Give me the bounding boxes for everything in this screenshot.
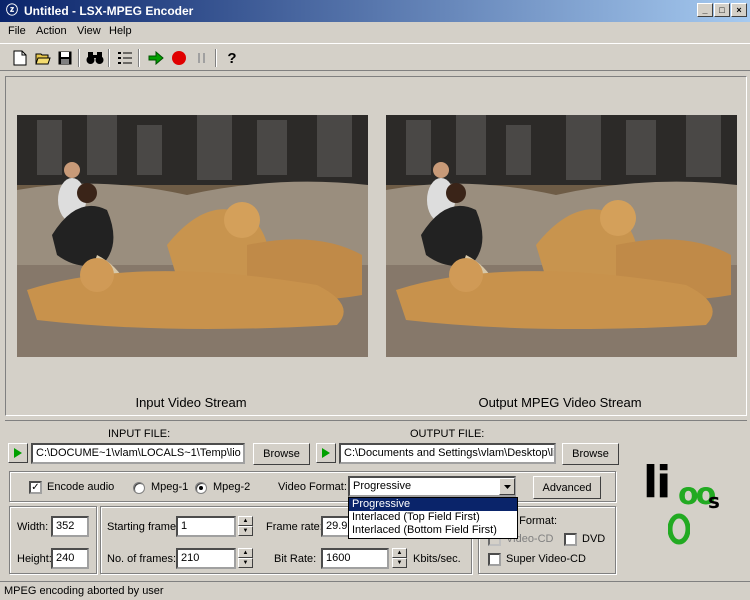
list-icon[interactable] bbox=[115, 48, 135, 68]
bit-rate-spinner[interactable]: ▲ ▼ bbox=[392, 548, 407, 569]
num-frames-field[interactable]: 210 bbox=[176, 548, 236, 569]
frame-rate-field[interactable]: 29.9 bbox=[321, 516, 351, 537]
record-icon[interactable] bbox=[169, 48, 189, 68]
height-field[interactable]: 240 bbox=[51, 548, 89, 569]
minimize-button[interactable]: _ bbox=[697, 3, 713, 17]
new-file-icon[interactable] bbox=[10, 48, 30, 68]
save-icon[interactable] bbox=[55, 48, 75, 68]
binoculars-icon[interactable] bbox=[85, 48, 105, 68]
mpeg2-radio[interactable] bbox=[195, 482, 207, 494]
chevron-down-icon bbox=[503, 484, 511, 489]
super-video-cd-checkbox[interactable] bbox=[488, 553, 501, 566]
video-preview-area bbox=[5, 76, 747, 416]
input-play-button[interactable] bbox=[8, 443, 28, 463]
video-format-option-progressive[interactable]: Progressive bbox=[349, 498, 517, 511]
num-frames-spinner[interactable]: ▲ ▼ bbox=[238, 548, 253, 569]
spin-up-icon[interactable]: ▲ bbox=[238, 516, 253, 526]
mpeg2-label: Mpeg-2 bbox=[213, 481, 251, 493]
spin-up-icon[interactable]: ▲ bbox=[392, 548, 407, 558]
video-format-select[interactable]: Progressive bbox=[348, 476, 516, 497]
dvd-checkbox[interactable] bbox=[564, 533, 577, 546]
num-frames-label: No. of frames: bbox=[107, 553, 177, 565]
video-format-value: Progressive bbox=[353, 480, 412, 492]
output-play-button[interactable] bbox=[316, 443, 336, 463]
status-bar: MPEG encoding aborted by user bbox=[0, 581, 750, 600]
menu-view[interactable]: View bbox=[77, 25, 101, 37]
open-folder-icon[interactable] bbox=[33, 48, 53, 68]
mpeg1-label: Mpeg-1 bbox=[151, 481, 189, 493]
toolbar-separator bbox=[108, 49, 110, 67]
super-video-cd-label: Super Video-CD bbox=[506, 553, 586, 565]
bit-rate-field[interactable]: 1600 bbox=[321, 548, 389, 569]
bit-rate-unit: Kbits/sec. bbox=[413, 553, 461, 565]
input-browse-button[interactable]: Browse bbox=[253, 443, 310, 465]
dvd-label: DVD bbox=[582, 533, 606, 545]
output-mpeg-video-stream bbox=[386, 115, 737, 357]
logo-green-o-icon bbox=[668, 513, 690, 545]
starting-frame-field[interactable]: 1 bbox=[176, 516, 236, 537]
pause-icon[interactable] bbox=[192, 48, 212, 68]
encode-audio-checkbox[interactable]: ✓ bbox=[29, 481, 42, 494]
play-icon bbox=[322, 448, 330, 458]
width-field[interactable]: 352 bbox=[51, 516, 89, 537]
height-label: Height: bbox=[17, 553, 52, 565]
input-video-stream bbox=[17, 115, 368, 357]
output-browse-button[interactable]: Browse bbox=[562, 443, 619, 465]
video-format-option-interlaced-top[interactable]: Interlaced (Top Field First) bbox=[349, 511, 517, 524]
spin-up-icon[interactable]: ▲ bbox=[238, 548, 253, 558]
starting-frame-spinner[interactable]: ▲ ▼ bbox=[238, 516, 253, 537]
window-title: Untitled - LSX-MPEG Encoder bbox=[24, 4, 194, 18]
toolbar-separator bbox=[138, 49, 140, 67]
status-text: MPEG encoding aborted by user bbox=[4, 585, 164, 597]
menu-file[interactable]: File bbox=[8, 25, 26, 37]
maximize-button[interactable]: □ bbox=[714, 3, 730, 17]
advanced-button[interactable]: Advanced bbox=[533, 476, 601, 499]
video-format-dropdown-list: Progressive Interlaced (Top Field First)… bbox=[348, 497, 518, 539]
play-icon bbox=[14, 448, 22, 458]
output-file-field[interactable]: C:\Documents and Settings\vlam\Desktop\l… bbox=[339, 443, 556, 464]
video-format-option-interlaced-bottom[interactable]: Interlaced (Bottom Field First) bbox=[349, 524, 517, 537]
bit-rate-label: Bit Rate: bbox=[274, 553, 317, 565]
menu-action[interactable]: Action bbox=[36, 25, 67, 37]
app-icon: ⓩ bbox=[5, 3, 18, 17]
spin-down-icon[interactable]: ▼ bbox=[238, 526, 253, 536]
starting-frame-label: Starting frame: bbox=[107, 521, 180, 533]
frame-rate-label: Frame rate: bbox=[266, 521, 323, 533]
menu-bar: File Action View Help bbox=[0, 22, 750, 41]
video-format-dropdown-button[interactable] bbox=[499, 478, 515, 495]
help-icon[interactable]: ? bbox=[222, 48, 242, 68]
spin-down-icon[interactable]: ▼ bbox=[238, 558, 253, 568]
logo-text-li: li bbox=[643, 457, 671, 508]
input-file-label: INPUT FILE: bbox=[108, 428, 171, 440]
width-label: Width: bbox=[17, 521, 49, 533]
encode-audio-label: Encode audio bbox=[47, 481, 115, 493]
video-format-label: Video Format: bbox=[278, 481, 347, 493]
output-file-label: OUTPUT FILE: bbox=[410, 428, 485, 440]
input-video-caption: Input Video Stream bbox=[135, 395, 247, 410]
spin-down-icon[interactable]: ▼ bbox=[392, 558, 407, 568]
toolbar-separator bbox=[78, 49, 80, 67]
menu-help[interactable]: Help bbox=[109, 25, 132, 37]
mpeg1-radio[interactable] bbox=[133, 482, 145, 494]
toolbar: ? bbox=[0, 43, 750, 71]
toolbar-separator bbox=[215, 49, 217, 67]
output-video-caption: Output MPEG Video Stream bbox=[478, 395, 642, 410]
close-button[interactable]: × bbox=[731, 3, 747, 17]
play-arrow-icon[interactable] bbox=[146, 48, 166, 68]
logo-text-s: s bbox=[708, 489, 720, 513]
logo: li oo s bbox=[640, 455, 730, 555]
input-file-field[interactable]: C:\DOCUME~1\vlam\LOCALS~1\Temp\lio bbox=[31, 443, 245, 464]
title-bar: ⓩ Untitled - LSX-MPEG Encoder _ □ × bbox=[0, 0, 750, 22]
